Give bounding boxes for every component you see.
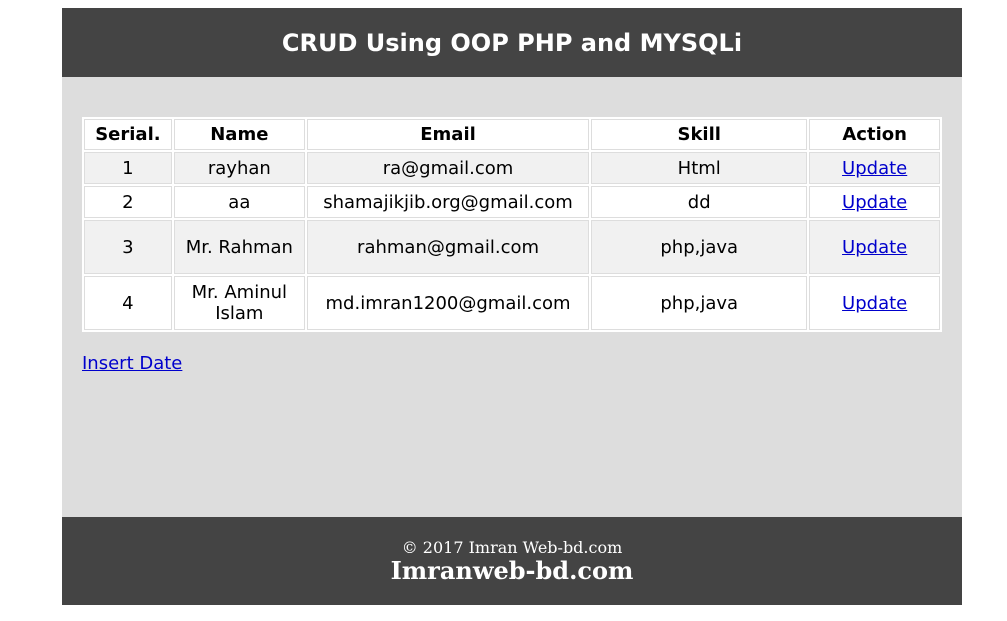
footer-brand: Imranweb-bd.com	[390, 556, 634, 585]
page-wrapper: CRUD Using OOP PHP and MYSQLi Serial. Na…	[62, 8, 962, 605]
cell-action: Update	[809, 220, 940, 274]
table-header-row: Serial. Name Email Skill Action	[84, 119, 940, 150]
cell-serial: 3	[84, 220, 172, 274]
cell-email: ra@gmail.com	[306, 152, 590, 184]
page-title: CRUD Using OOP PHP and MYSQLi	[281, 28, 743, 57]
footer-copyright: © 2017 Imran Web-bd.com	[401, 538, 623, 557]
column-header-serial: Serial.	[84, 119, 172, 150]
update-link[interactable]: Update	[842, 192, 907, 213]
footer: © 2017 Imran Web-bd.com Imranweb-bd.com	[62, 517, 962, 605]
insert-data-link[interactable]: Insert Date	[82, 353, 182, 374]
table-row: 4 Mr. Aminul Islam md.imran1200@gmail.co…	[84, 276, 940, 330]
data-table: Serial. Name Email Skill Action 1 rayhan…	[82, 117, 942, 332]
column-header-action: Action	[809, 119, 940, 150]
cell-skill: php,java	[591, 220, 808, 274]
cell-email: rahman@gmail.com	[306, 220, 590, 274]
cell-action: Update	[809, 152, 940, 184]
column-header-skill: Skill	[591, 119, 808, 150]
update-link[interactable]: Update	[842, 237, 907, 258]
cell-skill: dd	[591, 186, 808, 218]
cell-name: aa	[173, 186, 305, 218]
cell-email: md.imran1200@gmail.com	[306, 276, 590, 330]
cell-skill: Html	[591, 152, 808, 184]
update-link[interactable]: Update	[842, 293, 907, 314]
cell-name: Mr. Rahman	[173, 220, 305, 274]
cell-email: shamajikjib.org@gmail.com	[306, 186, 590, 218]
cell-serial: 1	[84, 152, 172, 184]
column-header-email: Email	[306, 119, 590, 150]
cell-action: Update	[809, 186, 940, 218]
update-link[interactable]: Update	[842, 158, 907, 179]
column-header-name: Name	[173, 119, 305, 150]
cell-action: Update	[809, 276, 940, 330]
cell-serial: 4	[84, 276, 172, 330]
table-row: 1 rayhan ra@gmail.com Html Update	[84, 152, 940, 184]
cell-name: rayhan	[173, 152, 305, 184]
cell-name: Mr. Aminul Islam	[173, 276, 305, 330]
table-row: 2 aa shamajikjib.org@gmail.com dd Update	[84, 186, 940, 218]
cell-serial: 2	[84, 186, 172, 218]
cell-skill: php,java	[591, 276, 808, 330]
table-row: 3 Mr. Rahman rahman@gmail.com php,java U…	[84, 220, 940, 274]
header: CRUD Using OOP PHP and MYSQLi	[62, 8, 962, 77]
main-content: Serial. Name Email Skill Action 1 rayhan…	[62, 77, 962, 517]
